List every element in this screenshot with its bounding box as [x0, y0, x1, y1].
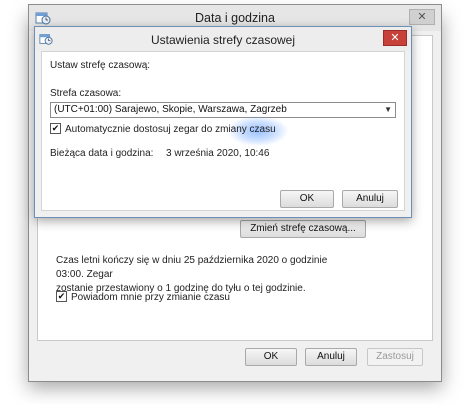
dialog-cancel-button[interactable]: Anuluj [342, 190, 398, 208]
dst-info-text: Czas letni kończy się w dniu 25 paździer… [56, 254, 356, 296]
dialog-titlebar[interactable]: Ustawienia strefy czasowej ✕ [35, 27, 411, 51]
timezone-select-value: (UTC+01:00) Sarajewo, Skopie, Warszawa, … [54, 104, 287, 115]
close-icon: ✕ [417, 11, 427, 23]
set-timezone-label: Ustaw strefę czasową: [50, 60, 151, 71]
notify-checkbox-row[interactable]: ✔ Powiadom mnie przy zmianie czasu [56, 291, 230, 306]
notify-label: Powiadom mnie przy zmianie czasu [71, 292, 230, 304]
dst-info-line: Czas letni kończy się w dniu 25 paździer… [56, 255, 328, 280]
dropdown-arrow-icon: ▼ [384, 105, 392, 114]
close-icon: ✕ [390, 32, 400, 44]
main-close-button[interactable]: ✕ [409, 9, 435, 25]
current-datetime-label: Bieżąca data i godzina: [50, 148, 154, 159]
dialog-close-button[interactable]: ✕ [383, 30, 407, 46]
change-timezone-button[interactable]: Zmień strefę czasową... [240, 220, 366, 238]
main-cancel-button[interactable]: Anuluj [305, 348, 357, 366]
main-apply-button[interactable]: Zastosuj [367, 348, 423, 366]
auto-dst-checkbox-row[interactable]: ✔ Automatycznie dostosuj zegar do zmiany … [50, 123, 276, 136]
current-datetime-value: 3 września 2020, 10:46 [166, 148, 270, 159]
dialog-title: Ustawienia strefy czasowej [150, 33, 296, 47]
auto-dst-label: Automatycznie dostosuj zegar do zmiany c… [65, 124, 276, 136]
timezone-label: Strefa czasowa: [50, 88, 122, 99]
timezone-select[interactable]: (UTC+01:00) Sarajewo, Skopie, Warszawa, … [50, 102, 396, 118]
auto-dst-checkbox[interactable]: ✔ [50, 123, 61, 134]
dialog-client-area: Ustaw strefę czasową: Strefa czasowa: (U… [41, 51, 405, 211]
main-window-title: Data i godzina [195, 11, 275, 25]
main-ok-button[interactable]: OK [245, 348, 297, 366]
notify-checkbox[interactable]: ✔ [56, 291, 67, 302]
timezone-settings-dialog: Ustawienia strefy czasowej ✕ Ustaw stref… [34, 26, 412, 218]
dialog-ok-button[interactable]: OK [280, 190, 334, 208]
